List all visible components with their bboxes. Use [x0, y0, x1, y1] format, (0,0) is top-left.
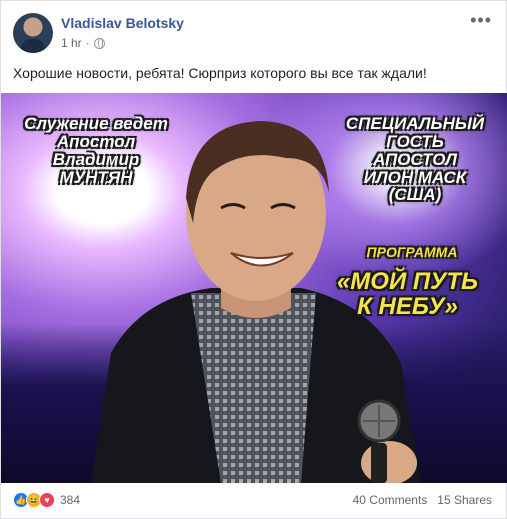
- post-time[interactable]: 1 hr: [61, 36, 82, 50]
- host-line: МУНТЯН: [59, 167, 133, 187]
- globe-icon: [93, 37, 105, 49]
- guest-line: ГОСТЬ: [386, 131, 444, 151]
- host-line: Владимир: [52, 149, 140, 169]
- shares-count[interactable]: 15 Shares: [437, 493, 492, 507]
- host-line: Апостол: [56, 131, 136, 151]
- program-title-line: К НЕБУ»: [357, 293, 458, 321]
- guest-line: АПОСТОЛ: [373, 149, 457, 169]
- guest-line: (США): [388, 185, 442, 205]
- program-title: «МОЙ ПУТЬ К НЕБУ»: [315, 268, 500, 321]
- post-header: Vladislav Belotsky 1 hr ·: [13, 13, 184, 53]
- guest-line: СПЕЦИАЛЬНЫЙ: [345, 114, 485, 133]
- author-name[interactable]: Vladislav Belotsky: [61, 14, 184, 32]
- post-subtitle: 1 hr ·: [61, 36, 184, 50]
- post-meta: Vladislav Belotsky 1 hr ·: [61, 13, 184, 53]
- post-text: Хорошие новости, ребята! Сюрприз которог…: [13, 65, 427, 81]
- post-footer: 👍 😆 ♥ 384 40 Comments 15 Shares: [13, 492, 492, 508]
- reactions-count[interactable]: 384: [60, 493, 80, 507]
- guest-text: СПЕЦИАЛЬНЫЙ ГОСТЬ АПОСТОЛ ИЛОН МАСК (США…: [330, 115, 500, 204]
- separator-dot: ·: [85, 36, 90, 50]
- post-image[interactable]: Служение ведет Апостол Владимир МУНТЯН С…: [1, 93, 507, 483]
- host-text: Служение ведет Апостол Владимир МУНТЯН: [11, 115, 181, 186]
- comments-count[interactable]: 40 Comments: [353, 493, 428, 507]
- host-line: Служение ведет: [24, 114, 168, 133]
- love-reaction-icon[interactable]: ♥: [39, 492, 55, 508]
- program-title-line: «МОЙ ПУТЬ: [336, 268, 479, 295]
- more-dots-icon[interactable]: •••: [470, 11, 492, 29]
- engagement-stats: 40 Comments 15 Shares: [353, 493, 492, 507]
- avatar[interactable]: [13, 13, 53, 53]
- post-card: Vladislav Belotsky 1 hr · ••• Хорошие но…: [0, 0, 507, 519]
- guest-line: ИЛОН МАСК: [363, 167, 467, 187]
- program-label: ПРОГРАММА: [366, 244, 458, 260]
